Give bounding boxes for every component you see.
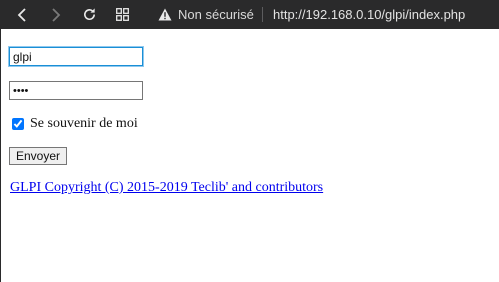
reload-icon (83, 8, 95, 20)
remember-me-option[interactable]: Se souvenir de moi (12, 115, 138, 133)
back-arrow-icon (17, 7, 26, 22)
browser-toolbar: Non sécurisé http://192.168.0.10/glpi/in… (0, 0, 499, 29)
apps-button[interactable] (111, 0, 133, 29)
forward-button[interactable] (45, 0, 67, 29)
copyright-link[interactable]: GLPI Copyright (C) 2015-2019 Teclib' and… (10, 180, 323, 196)
address-separator (262, 7, 263, 22)
remember-me-checkbox[interactable] (12, 118, 24, 130)
login-input[interactable] (8, 46, 144, 67)
forward-arrow-icon (52, 7, 61, 22)
submit-button[interactable]: Envoyer (9, 147, 68, 165)
warning-triangle-icon (158, 8, 172, 21)
remember-me-label: Se souvenir de moi (30, 116, 138, 131)
page-content: Se souvenir de moi Envoyer GLPI Copyrigh… (0, 29, 499, 282)
security-indicator[interactable]: Non sécurisé (158, 0, 254, 29)
back-button[interactable] (11, 0, 33, 29)
reload-button[interactable] (78, 0, 100, 29)
apps-grid-icon (115, 8, 129, 21)
security-label: Non sécurisé (178, 7, 254, 22)
window-left-edge (0, 29, 1, 282)
browser-window: Non sécurisé http://192.168.0.10/glpi/in… (0, 0, 499, 282)
password-input[interactable] (9, 81, 143, 100)
address-bar[interactable]: http://192.168.0.10/glpi/index.php (273, 0, 465, 29)
